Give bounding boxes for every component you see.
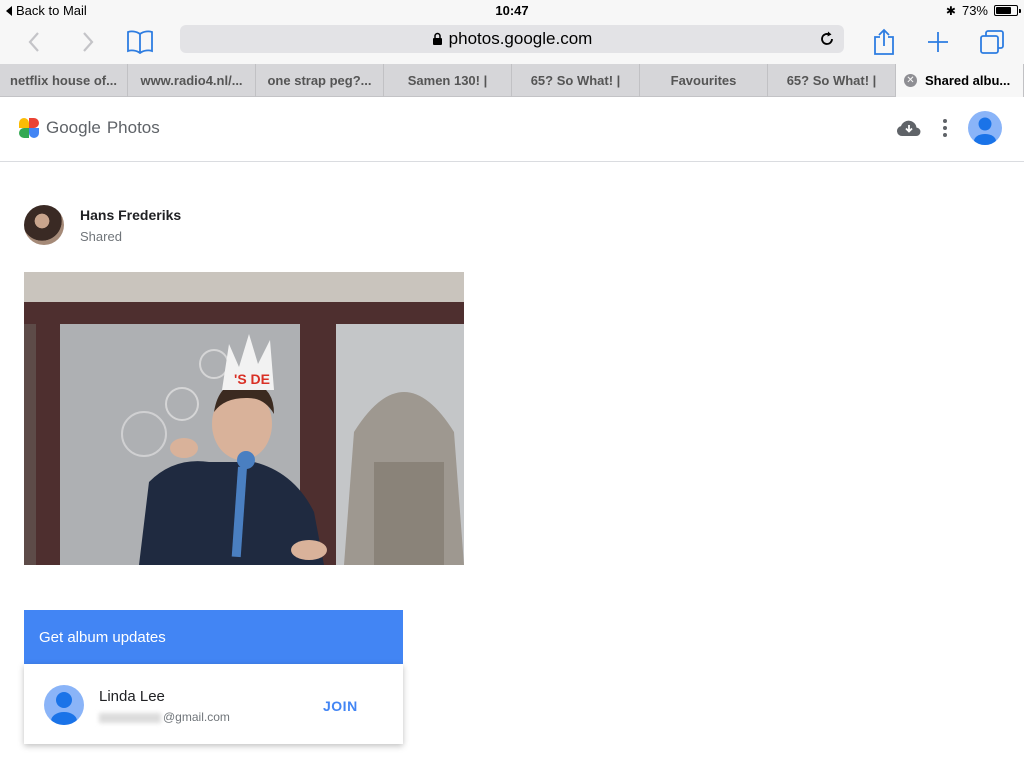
tabs-overview-button[interactable] [976, 26, 1008, 58]
owner-text: Hans Frederiks Shared [80, 207, 181, 244]
bookmarks-button[interactable] [124, 26, 156, 58]
battery-level [996, 7, 1011, 14]
reload-icon [821, 31, 833, 45]
bluetooth-icon: ✱ [945, 3, 956, 18]
browser-toolbar: photos.google.com [0, 20, 1024, 64]
join-account-card: Linda Lee @gmail.com JOIN [24, 664, 403, 744]
tab-label: netflix house of... [10, 73, 117, 88]
share-icon [874, 28, 894, 55]
album-updates-title: Get album updates [39, 628, 166, 646]
person-icon [974, 117, 996, 145]
book-icon [127, 30, 153, 54]
user-avatar [44, 685, 84, 725]
app-header: Google Photos [0, 97, 1024, 162]
tab-label: www.radio4.nl/... [140, 73, 243, 88]
browser-tab[interactable]: one strap peg?... [256, 64, 384, 97]
share-status: Shared [80, 228, 122, 244]
browser-tab[interactable]: netflix house of... [0, 64, 128, 97]
tabs-icon [980, 30, 1004, 54]
album-updates-banner: Get album updates [24, 610, 403, 674]
google-photos-logo[interactable]: Google Photos [18, 117, 160, 139]
lock-icon [432, 32, 442, 45]
svg-text:'S DE: 'S DE [234, 371, 270, 387]
user-name: Linda Lee [99, 688, 165, 705]
tab-label: Samen 130! | [407, 73, 488, 88]
user-email: @gmail.com [99, 710, 230, 724]
share-button[interactable] [868, 26, 900, 58]
forward-button[interactable] [72, 26, 104, 58]
browser-tab[interactable]: www.radio4.nl/... [128, 64, 256, 97]
chevron-right-icon [83, 32, 94, 52]
email-domain: @gmail.com [163, 710, 230, 724]
header-actions [896, 111, 1002, 145]
account-avatar[interactable] [968, 111, 1002, 145]
shared-photo[interactable]: 'S DE [24, 272, 464, 565]
logo-photos-text: Photos [106, 118, 160, 137]
close-tab-icon[interactable]: ✕ [904, 74, 917, 87]
new-tab-button[interactable] [922, 26, 954, 58]
cloud-download-icon[interactable] [896, 118, 922, 138]
tab-label: one strap peg?... [267, 73, 372, 88]
status-bar: Back to Mail 10:47 ✱ 73% [0, 0, 1024, 20]
redacted-email-part [99, 712, 161, 723]
photo-image: 'S DE [24, 272, 464, 565]
battery-icon [994, 5, 1021, 16]
more-vert-icon[interactable] [942, 118, 948, 138]
tab-label: Favourites [670, 73, 737, 88]
clock: 10:47 [495, 3, 529, 18]
browser-tab[interactable]: Samen 130! | [384, 64, 512, 97]
plus-icon [928, 32, 948, 52]
chevron-left-icon [28, 32, 39, 52]
url-text: photos.google.com [448, 29, 593, 48]
pinwheel-icon [19, 118, 39, 138]
person-icon [51, 692, 77, 725]
browser-tab-active[interactable]: ✕ Shared albu... [896, 64, 1024, 97]
battery-percent: 73% [961, 3, 988, 18]
browser-tab[interactable]: 65? So What! | [768, 64, 896, 97]
owner-avatar [24, 205, 64, 245]
tab-strip: netflix house of... www.radio4.nl/... on… [0, 64, 1024, 97]
owner-name: Hans Frederiks [80, 206, 182, 223]
join-button[interactable]: JOIN [323, 698, 358, 714]
album-owner: Hans Frederiks Shared [24, 205, 181, 245]
tab-label: 65? So What! | [786, 73, 877, 88]
reload-button[interactable] [816, 28, 838, 50]
tab-label: 65? So What! | [530, 73, 621, 88]
browser-tab[interactable]: Favourites [640, 64, 768, 97]
status-indicators: ✱ 73% [945, 3, 1021, 18]
logo-google-text: Google [46, 118, 101, 137]
back-button[interactable] [18, 26, 50, 58]
address-bar[interactable]: photos.google.com [180, 25, 844, 53]
browser-tab[interactable]: 65? So What! | [512, 64, 640, 97]
tab-label: Shared albu... [925, 73, 1011, 88]
